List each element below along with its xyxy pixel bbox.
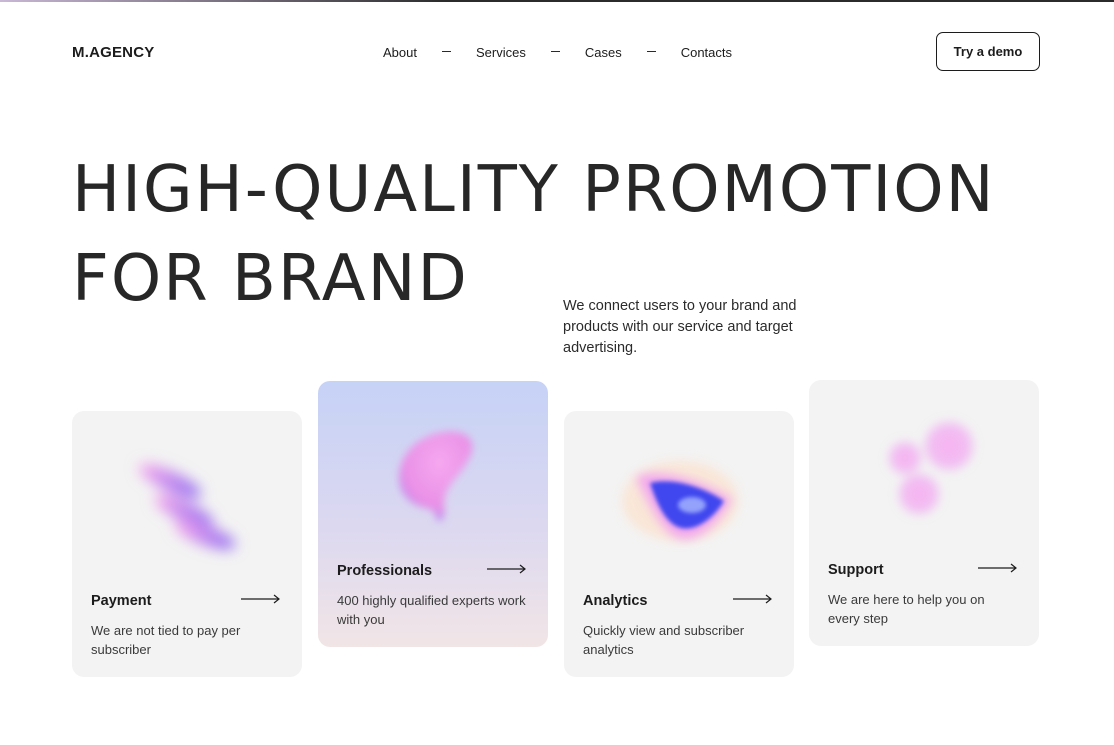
nav-services[interactable]: Services: [476, 45, 526, 60]
main-nav: About Services Cases Contacts: [383, 44, 732, 60]
feature-card-professionals[interactable]: Professionals 400 highly qualified exper…: [318, 381, 548, 647]
logo[interactable]: M.AGENCY: [72, 44, 154, 61]
nav-cases[interactable]: Cases: [585, 45, 622, 60]
nav-contacts[interactable]: Contacts: [681, 45, 732, 60]
professionals-blob-illustration: [398, 431, 473, 522]
nav-about[interactable]: About: [383, 45, 417, 60]
arrow-right-icon[interactable]: [733, 591, 773, 607]
nav-separator: [646, 50, 656, 52]
card-description: We are not tied to pay per subscriber: [91, 623, 241, 657]
analytics-blob-illustration: [622, 461, 738, 541]
hero-title: HIGH-QUALITY PROMOTION FOR BRAND: [72, 146, 1052, 324]
site-header: M.AGENCY About Services Cases Contacts T…: [72, 32, 1040, 72]
feature-card-support[interactable]: Support We are here to help you on every…: [809, 380, 1039, 646]
card-description: Quickly view and subscriber analytics: [583, 623, 745, 657]
card-title: Analytics: [583, 593, 648, 609]
arrow-right-icon[interactable]: [241, 591, 281, 607]
support-blob-illustration: [889, 422, 973, 514]
card-description: We are here to help you on every step: [828, 592, 985, 626]
arrow-right-icon[interactable]: [487, 561, 527, 577]
card-title: Payment: [91, 593, 152, 609]
card-title: Professionals: [337, 563, 433, 579]
card-description: 400 highly qualified experts work with y…: [337, 593, 526, 627]
nav-separator: [550, 50, 560, 52]
try-demo-button[interactable]: Try a demo: [936, 32, 1040, 71]
feature-card-analytics[interactable]: Analytics Quickly view and subscriber an…: [564, 411, 794, 677]
nav-separator: [441, 50, 451, 52]
hero-title-line-1: HIGH-QUALITY PROMOTION: [72, 153, 996, 227]
card-title: Support: [828, 562, 884, 578]
hero-title-line-2: FOR BRAND: [72, 242, 469, 316]
hero-lead: We connect users to your brand and produ…: [563, 298, 797, 356]
feature-card-payment[interactable]: Payment We are not tied to pay per subsc…: [72, 411, 302, 677]
payment-blob-illustration: [138, 464, 236, 550]
arrow-right-icon[interactable]: [978, 560, 1018, 576]
top-border: [0, 0, 1114, 2]
